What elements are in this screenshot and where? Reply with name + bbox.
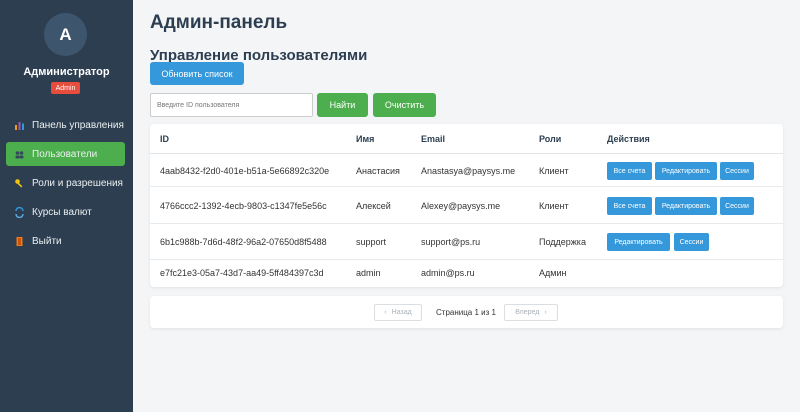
user-name: Администратор [23,66,110,78]
prev-page-button[interactable]: ‹ Назад [374,304,422,321]
sidebar-item-label: Пользователи [32,148,98,160]
sessions-button[interactable]: Сессии [674,233,709,251]
chevron-right-icon: › [544,309,547,316]
table-row: 4aab8432-f2d0-401e-b51a-5e66892c320e Ана… [150,154,783,187]
user-email-cell: Alexey@paysys.me [421,201,501,211]
edit-button[interactable]: Редактировать [607,233,670,251]
column-header-actions: Действия [607,134,650,144]
user-email-cell: Anastasya@paysys.me [421,166,516,176]
user-name-cell: Алексей [356,201,391,211]
user-id-cell: 4aab8432-f2d0-401e-b51a-5e66892c320e [160,166,330,176]
table-row: 6b1c988b-7d6d-48f2-96a2-07650d8f5488 sup… [150,224,783,260]
sidebar-item-logout[interactable]: Выйти [6,229,125,253]
user-email-cell: admin@ps.ru [421,268,475,278]
find-button[interactable]: Найти [317,93,368,117]
logout-icon [14,236,25,247]
user-role-cell: Клиент [539,166,569,176]
sidebar-item-dashboard[interactable]: Панель управления [6,113,125,137]
sessions-button[interactable]: Сессии [720,197,754,215]
all-accounts-button[interactable]: Все счета [607,197,652,215]
sidebar-item-label: Курсы валют [32,206,92,218]
user-name-cell: admin [356,268,381,278]
prev-page-label: Назад [391,309,412,316]
edit-button[interactable]: Редактировать [655,162,717,180]
user-name-cell: support [356,237,387,247]
users-icon [14,149,25,160]
sidebar-item-users[interactable]: Пользователи [6,142,125,166]
clear-button[interactable]: Очистить [373,93,436,117]
avatar: A [44,13,87,56]
table-row: e7fc21e3-05a7-43d7-aa49-5ff484397c3d adm… [150,260,783,287]
user-role-cell: Админ [539,268,567,278]
refresh-button[interactable]: Обновить список [150,62,244,85]
edit-button[interactable]: Редактировать [655,197,717,215]
user-id-cell: 6b1c988b-7d6d-48f2-96a2-07650d8f5488 [160,237,327,247]
user-email-cell: support@ps.ru [421,237,481,247]
sidebar-item-roles[interactable]: Роли и разрешения [6,171,125,195]
chevron-left-icon: ‹ [384,309,387,316]
user-role-cell: Поддержка [539,237,586,247]
pagination: ‹ Назад Страница 1 из 1 Вперед › [150,296,783,328]
page-info: Страница 1 из 1 [436,308,496,317]
main-content: Админ-панель Управление пользователями О… [133,0,800,412]
next-page-label: Вперед [515,309,540,316]
next-page-button[interactable]: Вперед › [504,304,558,321]
role-badge: Admin [51,82,80,94]
sessions-button[interactable]: Сессии [720,162,754,180]
user-name-cell: Анастасия [356,166,400,176]
user-id-cell: e7fc21e3-05a7-43d7-aa49-5ff484397c3d [160,268,324,278]
exchange-icon [14,206,25,218]
all-accounts-button[interactable]: Все счета [607,162,652,180]
column-header-roles: Роли [539,134,562,144]
user-id-search-input[interactable] [150,93,313,117]
user-id-cell: 4766ccc2-1392-4ecb-9803-c1347fe5e56c [160,201,327,211]
sidebar-item-label: Панель управления [32,119,124,131]
page-title: Админ-панель [150,12,288,33]
key-icon [14,178,25,189]
table-row: 4766ccc2-1392-4ecb-9803-c1347fe5e56c Але… [150,187,783,224]
sidebar-item-currency[interactable]: Курсы валют [6,200,125,224]
sidebar-nav: Панель управления Пользователи Роли и ра… [6,113,125,258]
sidebar-item-label: Роли и разрешения [32,177,123,189]
users-table: ID Имя Email Роли Действия 4aab8432-f2d0… [150,124,783,287]
column-header-email: Email [421,134,446,144]
user-role-cell: Клиент [539,201,569,211]
table-header: ID Имя Email Роли Действия [150,124,783,154]
dashboard-icon [14,120,25,131]
sidebar-item-label: Выйти [32,235,62,247]
column-header-name: Имя [356,134,375,144]
sidebar: A Администратор Admin Панель управления … [0,0,133,412]
column-header-id: ID [160,134,169,144]
